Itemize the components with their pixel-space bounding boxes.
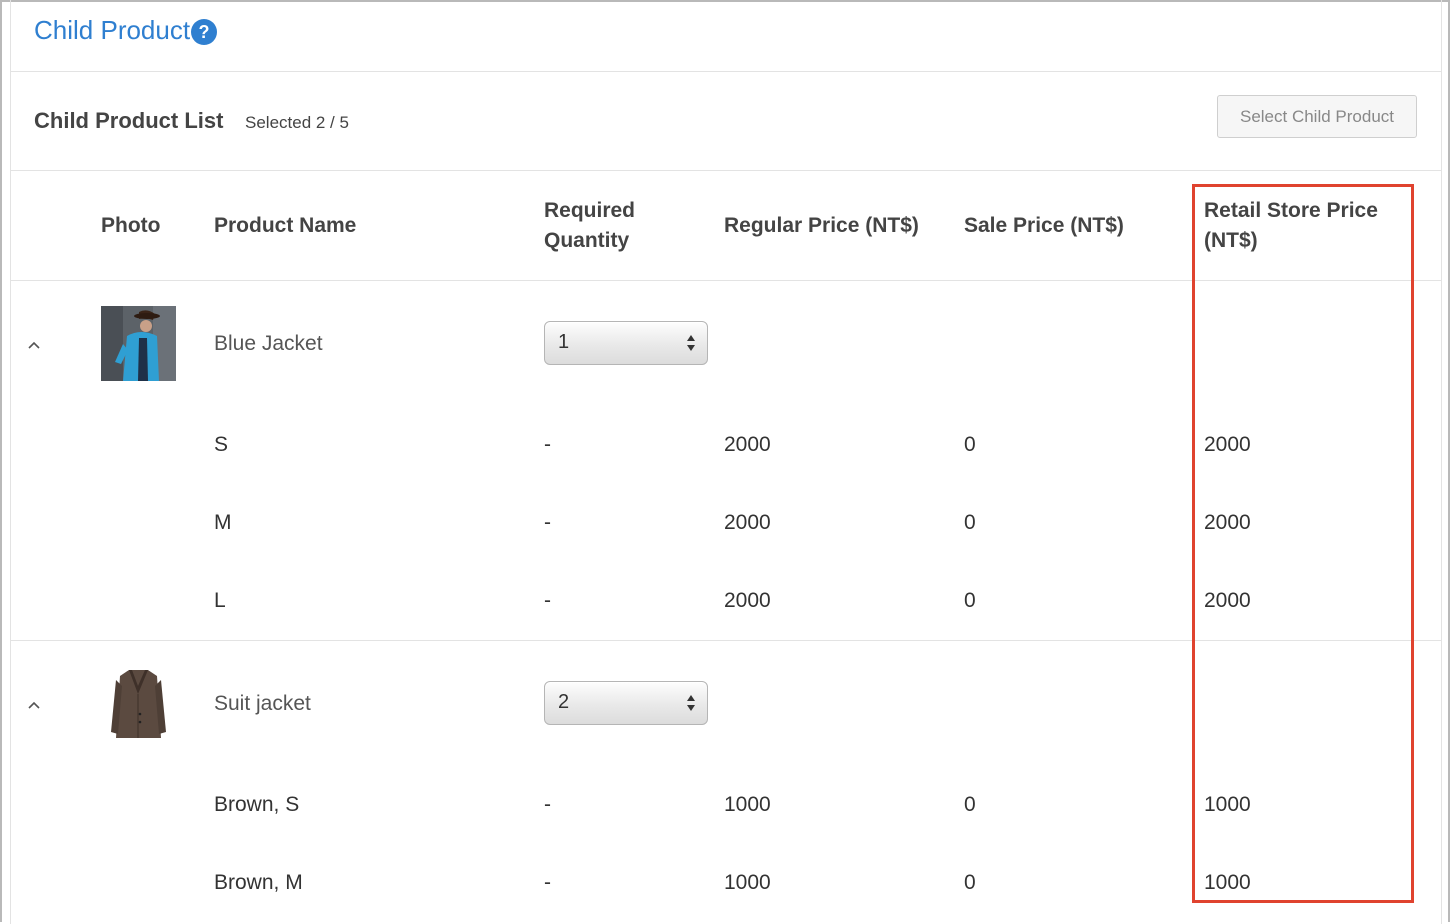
variant-regular-price: 1000 [724, 871, 771, 894]
select-arrows-icon [687, 695, 695, 711]
variant-quantity: - [544, 871, 551, 894]
variant-regular-price: 2000 [724, 511, 771, 534]
panel-header: Child Product ? [11, 0, 1441, 72]
variant-retail-price: 1000 [1204, 793, 1251, 816]
variant-quantity: - [544, 589, 551, 612]
chevron-up-icon[interactable] [27, 700, 41, 710]
variant-sale-price: 0 [964, 511, 976, 534]
quantity-select[interactable]: 2 [544, 681, 708, 725]
blue-jacket-photo [101, 306, 176, 381]
variant-quantity: - [544, 511, 551, 534]
selected-count: Selected 2 / 5 [245, 113, 349, 132]
quantity-value: 2 [558, 691, 570, 713]
variant-sale-price: 0 [964, 793, 976, 816]
variant-retail-price: 2000 [1204, 511, 1251, 534]
column-retail-price-line2: (NT$) [1204, 229, 1258, 252]
select-arrows-icon [687, 335, 695, 351]
child-product-panel: Child Product ? Child Product List Selec… [10, 0, 1442, 924]
select-child-product-button[interactable]: Select Child Product [1217, 95, 1417, 138]
variant-quantity: - [544, 793, 551, 816]
variant-name: M [214, 511, 232, 534]
list-toolbar: Child Product List Selected 2 / 5 Select… [11, 72, 1441, 171]
variant-quantity: - [544, 433, 551, 456]
variant-sale-price: 0 [964, 433, 976, 456]
quantity-select[interactable]: 1 [544, 321, 708, 365]
variant-name: Brown, M [214, 871, 303, 894]
variant-name: Brown, S [214, 793, 300, 816]
column-regular-price: Regular Price (NT$) [724, 214, 919, 237]
product-name: Suit jacket [214, 692, 311, 715]
column-required-quantity-line2: Quantity [544, 229, 630, 252]
variant-sale-price: 0 [964, 871, 976, 894]
variant-regular-price: 1000 [724, 793, 771, 816]
product-name: Blue Jacket [214, 332, 323, 355]
variant-sale-price: 0 [964, 589, 976, 612]
column-required-quantity-line1: Required [544, 199, 636, 222]
column-sale-price: Sale Price (NT$) [964, 214, 1124, 237]
variant-regular-price: 2000 [724, 589, 771, 612]
group-divider [11, 640, 1441, 641]
question-circle-icon[interactable]: ? [191, 19, 217, 45]
chevron-up-icon[interactable] [27, 340, 41, 350]
variant-name: L [214, 589, 226, 612]
list-title: Child Product List [34, 108, 224, 133]
variant-retail-price: 2000 [1204, 433, 1251, 456]
panel-title: Child Product [34, 15, 191, 45]
table-header: Photo Product Name Required Quantity Reg… [11, 171, 1441, 281]
variant-name: S [214, 433, 229, 456]
variant-retail-price: 1000 [1204, 871, 1251, 894]
svg-text:?: ? [199, 22, 210, 42]
variant-retail-price: 2000 [1204, 589, 1251, 612]
column-photo: Photo [101, 214, 161, 237]
suit-jacket-photo [101, 666, 176, 741]
column-retail-price-line1: Retail Store Price [1204, 199, 1378, 222]
variant-regular-price: 2000 [724, 433, 771, 456]
column-product-name: Product Name [214, 214, 357, 237]
quantity-value: 1 [558, 331, 570, 353]
